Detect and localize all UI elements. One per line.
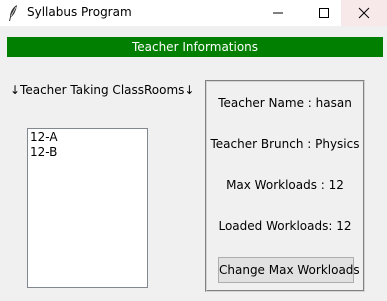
- classrooms-label: ↓Teacher Taking ClassRooms↓: [10, 83, 195, 97]
- window-title: Syllabus Program: [27, 5, 132, 19]
- teacher-name: Teacher Name : hasan: [218, 96, 352, 110]
- teacher-branch: Teacher Brunch : Physics: [210, 137, 360, 151]
- minimize-button[interactable]: [255, 0, 301, 26]
- header-banner: Teacher Informations: [7, 37, 383, 57]
- list-item[interactable]: 12-B: [30, 145, 145, 160]
- max-workloads: Max Workloads : 12: [226, 178, 344, 192]
- feather-icon: [7, 4, 19, 22]
- list-item[interactable]: 12-A: [30, 130, 145, 145]
- teacher-info-panel: Teacher Name : hasan Teacher Brunch : Ph…: [205, 80, 365, 292]
- minimize-icon: [273, 12, 283, 14]
- change-max-workloads-button[interactable]: Change Max Workloads: [218, 257, 360, 283]
- close-icon: [358, 7, 370, 19]
- title-bar: Syllabus Program: [0, 0, 387, 26]
- classrooms-listbox[interactable]: 12-A 12-B: [27, 128, 148, 288]
- loaded-workloads: Loaded Workloads: 12: [218, 219, 352, 233]
- maximize-icon: [319, 8, 329, 18]
- close-button[interactable]: [341, 0, 387, 26]
